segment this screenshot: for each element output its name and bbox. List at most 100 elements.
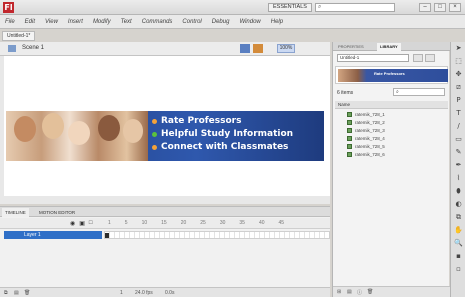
new-layer-icon[interactable]: ⧉ xyxy=(4,290,8,296)
pen-tool-icon[interactable]: P xyxy=(451,94,465,107)
zoom-tool-icon[interactable]: 🔍 xyxy=(451,237,465,250)
title-bar: Fl ESSENTIALS ⌕ – □ × xyxy=(0,0,465,15)
pin-icon[interactable] xyxy=(413,54,423,62)
banner-line: Helpful Study Information xyxy=(152,128,322,141)
help-search-input[interactable]: ⌕ xyxy=(315,3,395,12)
library-document-select[interactable]: Untitled-1 xyxy=(337,54,409,62)
item-name: ratemik_728_6 xyxy=(355,151,385,157)
scene-label: Scene 1 xyxy=(22,45,45,51)
bullet-icon xyxy=(152,119,157,124)
name-column-header[interactable]: Name xyxy=(335,101,448,109)
deco-tool-icon[interactable]: ⌇ xyxy=(451,172,465,185)
keyframe[interactable] xyxy=(105,233,109,238)
frame-number: 20 xyxy=(180,220,187,226)
menu-control[interactable]: Control xyxy=(182,19,201,25)
minimize-button[interactable]: – xyxy=(419,3,431,12)
banner-ad[interactable]: Rate Professors Helpful Study Informatio… xyxy=(6,111,324,161)
layer-toggle-icons: ◉ ▣ □ xyxy=(70,220,93,227)
menu-help[interactable]: Help xyxy=(271,19,283,25)
students-photo xyxy=(6,111,148,161)
frame-number: 10 xyxy=(141,220,148,226)
edit-icons xyxy=(240,44,263,53)
menu-bar: File Edit View Insert Modify Text Comman… xyxy=(0,15,465,29)
new-library-icon[interactable] xyxy=(425,54,435,62)
banner-line: Connect with Classmates xyxy=(152,141,322,154)
hand-tool-icon[interactable]: ✋ xyxy=(451,224,465,237)
new-symbol-icon[interactable]: ⊞ xyxy=(337,289,341,295)
tab-library[interactable]: LIBRARY xyxy=(377,43,401,51)
selection-tool-icon[interactable]: ➤ xyxy=(451,42,465,55)
bone-tool-icon[interactable]: ⬮ xyxy=(451,185,465,198)
list-item[interactable]: ratemik_728_1 xyxy=(335,110,448,118)
list-item[interactable]: ratemik_728_5 xyxy=(335,142,448,150)
rectangle-tool-icon[interactable]: ▭ xyxy=(451,133,465,146)
frame-rate: 24.0 fps xyxy=(135,290,153,296)
stroke-color-icon[interactable]: ▪ xyxy=(451,250,465,263)
list-item[interactable]: ratemik_728_2 xyxy=(335,118,448,126)
tab-properties[interactable]: PROPERTIES xyxy=(335,43,367,51)
list-item[interactable]: ratemik_728_4 xyxy=(335,134,448,142)
library-search-input[interactable]: ⌕ xyxy=(393,88,445,96)
symbol-icon xyxy=(347,119,352,125)
menu-debug[interactable]: Debug xyxy=(212,19,230,25)
new-folder-icon[interactable]: ▤ xyxy=(14,290,19,296)
menu-insert[interactable]: Insert xyxy=(68,19,83,25)
zoom-select[interactable]: 100% xyxy=(277,44,295,53)
item-name: ratemik_728_1 xyxy=(355,111,385,117)
banner-line: Rate Professors xyxy=(152,115,322,128)
frame-number: 15 xyxy=(161,220,167,226)
eyedropper-tool-icon[interactable]: ⧉ xyxy=(451,211,465,224)
banner-line-text: Helpful Study Information xyxy=(161,129,294,139)
lock-icon[interactable]: ▣ xyxy=(79,220,85,227)
layer-frames[interactable] xyxy=(104,231,330,239)
eye-icon[interactable]: ◉ xyxy=(70,220,75,227)
item-name: ratemik_728_5 xyxy=(355,143,385,149)
delete-layer-icon[interactable]: 🗑 xyxy=(24,290,30,296)
symbol-icon xyxy=(347,135,352,141)
3d-rotation-tool-icon[interactable]: ⧄ xyxy=(451,81,465,94)
frame-number: 1 xyxy=(108,220,111,226)
delete-icon[interactable]: 🗑 xyxy=(367,289,373,295)
layer-row[interactable]: Layer 1 xyxy=(4,231,102,239)
subselection-tool-icon[interactable]: ⬚ xyxy=(451,55,465,68)
paint-bucket-tool-icon[interactable]: ◐ xyxy=(451,198,465,211)
window-controls: – □ × xyxy=(419,3,461,12)
menu-modify[interactable]: Modify xyxy=(93,19,111,25)
banner-line-text: Rate Professors xyxy=(161,116,242,126)
menu-file[interactable]: File xyxy=(5,19,15,25)
frame-number: 40 xyxy=(258,220,265,226)
preview-text: Rate Professors xyxy=(374,71,405,76)
elapsed-time: 0.0s xyxy=(165,290,175,296)
frame-number: 30 xyxy=(219,220,226,226)
outline-icon[interactable]: □ xyxy=(89,220,93,227)
menu-edit[interactable]: Edit xyxy=(25,19,35,25)
library-panel: PROPERTIES LIBRARY Untitled-1 Rate Profe… xyxy=(332,42,450,297)
scene-icon xyxy=(8,45,16,52)
edit-symbols-icon[interactable] xyxy=(253,44,263,53)
document-tab[interactable]: Untitled-1* xyxy=(2,31,36,41)
tab-timeline[interactable]: TIMELINE xyxy=(2,208,29,217)
brush-tool-icon[interactable]: ✒ xyxy=(451,159,465,172)
new-folder-icon[interactable]: ▤ xyxy=(347,289,352,295)
properties-icon[interactable]: ⓘ xyxy=(357,289,362,296)
line-tool-icon[interactable]: / xyxy=(451,120,465,133)
frame-number: 5 xyxy=(124,220,128,226)
workspace-switcher[interactable]: ESSENTIALS xyxy=(268,3,312,12)
banner-line-text: Connect with Classmates xyxy=(161,142,289,152)
close-button[interactable]: × xyxy=(449,3,461,12)
maximize-button[interactable]: □ xyxy=(434,3,446,12)
menu-text[interactable]: Text xyxy=(121,19,132,25)
free-transform-tool-icon[interactable]: ✥ xyxy=(451,68,465,81)
fill-color-icon[interactable]: ▫ xyxy=(451,263,465,276)
tab-motion-editor[interactable]: MOTION EDITOR xyxy=(36,208,78,217)
menu-commands[interactable]: Commands xyxy=(142,19,173,25)
edit-scene-icon[interactable] xyxy=(240,44,250,53)
item-name: ratemik_728_4 xyxy=(355,135,385,141)
list-item[interactable]: ratemik_728_6 xyxy=(335,150,448,158)
library-buttons xyxy=(413,54,435,62)
text-tool-icon[interactable]: T xyxy=(451,107,465,120)
pencil-tool-icon[interactable]: ✎ xyxy=(451,146,465,159)
menu-window[interactable]: Window xyxy=(239,19,260,25)
menu-view[interactable]: View xyxy=(45,19,58,25)
list-item[interactable]: ratemik_728_3 xyxy=(335,126,448,134)
